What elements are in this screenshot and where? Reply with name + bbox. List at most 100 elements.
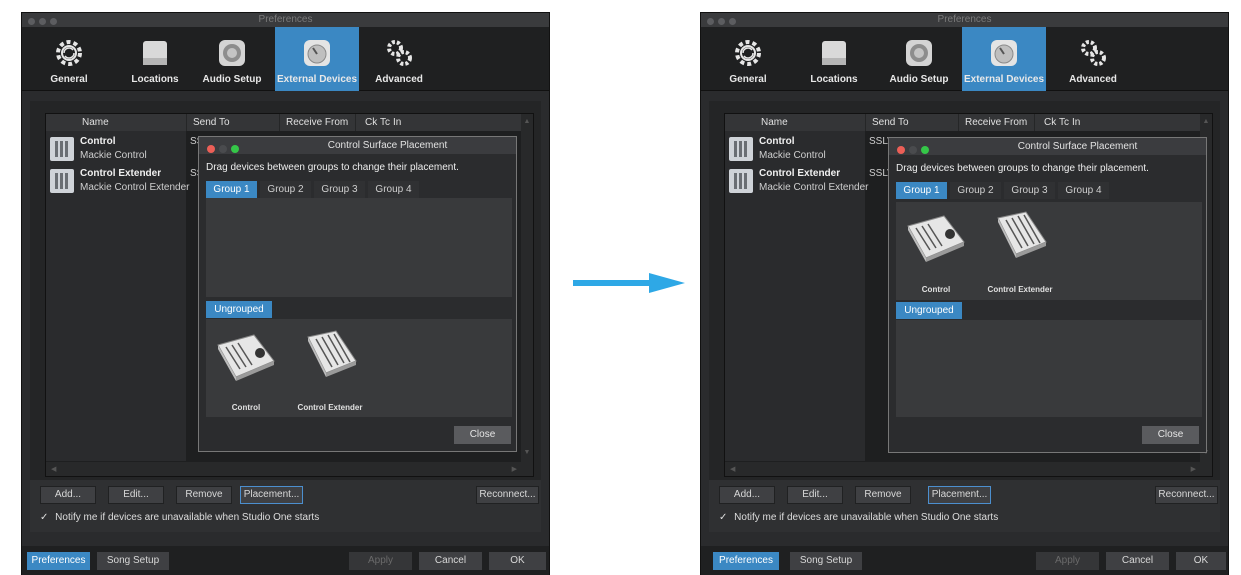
remove-button[interactable]: Remove [176,486,232,504]
dialog-titlebar: Control Surface Placement [199,137,516,154]
notify-checkbox[interactable]: ✓ Notify me if devices are unavailable w… [40,512,319,523]
toolbar-audio-setup[interactable]: Audio Setup [190,27,274,91]
col-in[interactable]: In [1072,117,1080,128]
device-name: Control Extender [759,168,841,179]
col-ck[interactable]: Ck [1044,117,1056,128]
checkmark-icon: ✓ [719,512,728,523]
tab-group-4[interactable]: Group 4 [1058,182,1109,199]
scroll-down-icon[interactable]: ▼ [521,449,533,456]
checkmark-icon: ✓ [40,512,49,523]
toolbar-locations[interactable]: Locations [113,27,197,91]
table-row[interactable]: Control Mackie Control SSLV- [729,136,909,164]
close-button[interactable]: Close [1142,426,1199,444]
toolbar-general[interactable]: General [706,27,790,91]
tab-group-2[interactable]: Group 2 [950,182,1001,199]
transition-arrow-icon [573,273,685,293]
scroll-left-icon[interactable]: ◀ [51,465,56,473]
notify-checkbox[interactable]: ✓ Notify me if devices are unavailable w… [719,512,998,523]
col-ck[interactable]: Ck [365,117,377,128]
toolbar-external-devices-label: External Devices [276,74,358,85]
table-row[interactable]: Control Extender Mackie Control Extender… [729,168,909,196]
col-send-to[interactable]: Send To [193,117,230,128]
col-receive-from[interactable]: Receive From [286,117,348,128]
control-extender-device-icon[interactable] [302,329,358,381]
reconnect-button[interactable]: Reconnect... [476,486,539,504]
scroll-right-icon[interactable]: ▶ [1191,465,1196,473]
table-header: Name Send To Receive From Ck Tc In [725,114,1212,131]
toolbar-advanced-label: Advanced [1069,74,1117,85]
toolbar-advanced[interactable]: Advanced [1051,27,1135,91]
placement-dialog-before: Control Surface Placement Drag devices b… [198,136,517,452]
knob-icon [991,40,1017,66]
device-model: Mackie Control Extender [80,182,190,193]
cancel-button[interactable]: Cancel [1106,552,1169,570]
song-setup-tab[interactable]: Song Setup [97,552,169,570]
ungrouped-tab: Ungrouped [206,301,272,318]
control-extender-device-label: Control Extender [987,285,1053,294]
remove-button[interactable]: Remove [855,486,911,504]
edit-button[interactable]: Edit... [787,486,843,504]
speaker-icon [219,40,245,66]
tab-group-2[interactable]: Group 2 [260,181,311,198]
add-button[interactable]: Add... [719,486,775,504]
col-tc[interactable]: Tc [380,117,390,128]
preferences-toolbar: General Locations Audio Setup External D… [701,27,1228,91]
ungrouped-pane[interactable] [896,320,1202,417]
placement-dialog-after: Control Surface Placement Drag devices b… [888,137,1207,453]
ungrouped-pane[interactable]: Control Control Extender [206,319,512,417]
tab-group-3[interactable]: Group 3 [1004,182,1055,199]
tab-group-1[interactable]: Group 1 [206,181,257,198]
close-button[interactable]: Close [454,426,511,444]
horizontal-scrollbar[interactable]: ◀ ▶ [725,462,1212,476]
cancel-button[interactable]: Cancel [419,552,482,570]
control-extender-device-icon[interactable] [992,210,1048,262]
group-1-pane[interactable]: Control Control Extender [896,202,1202,300]
toolbar-audio-setup[interactable]: Audio Setup [877,27,961,91]
table-header: Name Send To Receive From Ck Tc In [46,114,533,131]
edit-button[interactable]: Edit... [108,486,164,504]
toolbar-advanced-label: Advanced [375,74,423,85]
apply-button[interactable]: Apply [349,552,412,570]
col-in[interactable]: In [393,117,401,128]
add-button[interactable]: Add... [40,486,96,504]
scroll-left-icon[interactable]: ◀ [730,465,735,473]
scroll-right-icon[interactable]: ▶ [512,465,517,473]
control-extender-device-label: Control Extender [297,403,363,412]
toolbar-general-label: General [50,74,88,85]
toolbar-locations[interactable]: Locations [792,27,876,91]
placement-button[interactable]: Placement... [928,486,991,504]
preferences-tab[interactable]: Preferences [27,552,90,570]
reconnect-button[interactable]: Reconnect... [1155,486,1218,504]
gear-icon [56,40,82,66]
dialog-traffic-lights[interactable] [897,143,933,160]
placement-button[interactable]: Placement... [240,486,303,504]
vertical-scrollbar[interactable]: ▲ ▼ [521,114,533,476]
col-send-to[interactable]: Send To [872,117,909,128]
scroll-up-icon[interactable]: ▲ [521,118,533,125]
device-icon [729,137,753,161]
toolbar-general-label: General [729,74,767,85]
control-device-icon[interactable] [214,333,276,381]
col-name[interactable]: Name [761,117,788,128]
preferences-tab[interactable]: Preferences [713,552,779,570]
toolbar-general[interactable]: General [27,27,111,91]
horizontal-scrollbar[interactable]: ◀ ▶ [46,462,533,476]
group-1-pane[interactable] [206,198,512,297]
song-setup-tab[interactable]: Song Setup [790,552,862,570]
col-name[interactable]: Name [82,117,109,128]
toolbar-advanced[interactable]: Advanced [357,27,441,91]
toolbar-external-devices[interactable]: External Devices [962,27,1046,91]
toolbar-external-devices[interactable]: External Devices [275,27,359,91]
scroll-up-icon[interactable]: ▲ [1200,118,1212,125]
ok-button[interactable]: OK [489,552,546,570]
control-device-icon[interactable] [904,214,966,262]
tab-group-4[interactable]: Group 4 [368,181,419,198]
apply-button[interactable]: Apply [1036,552,1099,570]
dialog-traffic-lights[interactable] [207,142,243,159]
col-receive-from[interactable]: Receive From [965,117,1027,128]
tab-group-3[interactable]: Group 3 [314,181,365,198]
col-tc[interactable]: Tc [1059,117,1069,128]
tab-group-1[interactable]: Group 1 [896,182,947,199]
speaker-icon [906,40,932,66]
ok-button[interactable]: OK [1176,552,1226,570]
